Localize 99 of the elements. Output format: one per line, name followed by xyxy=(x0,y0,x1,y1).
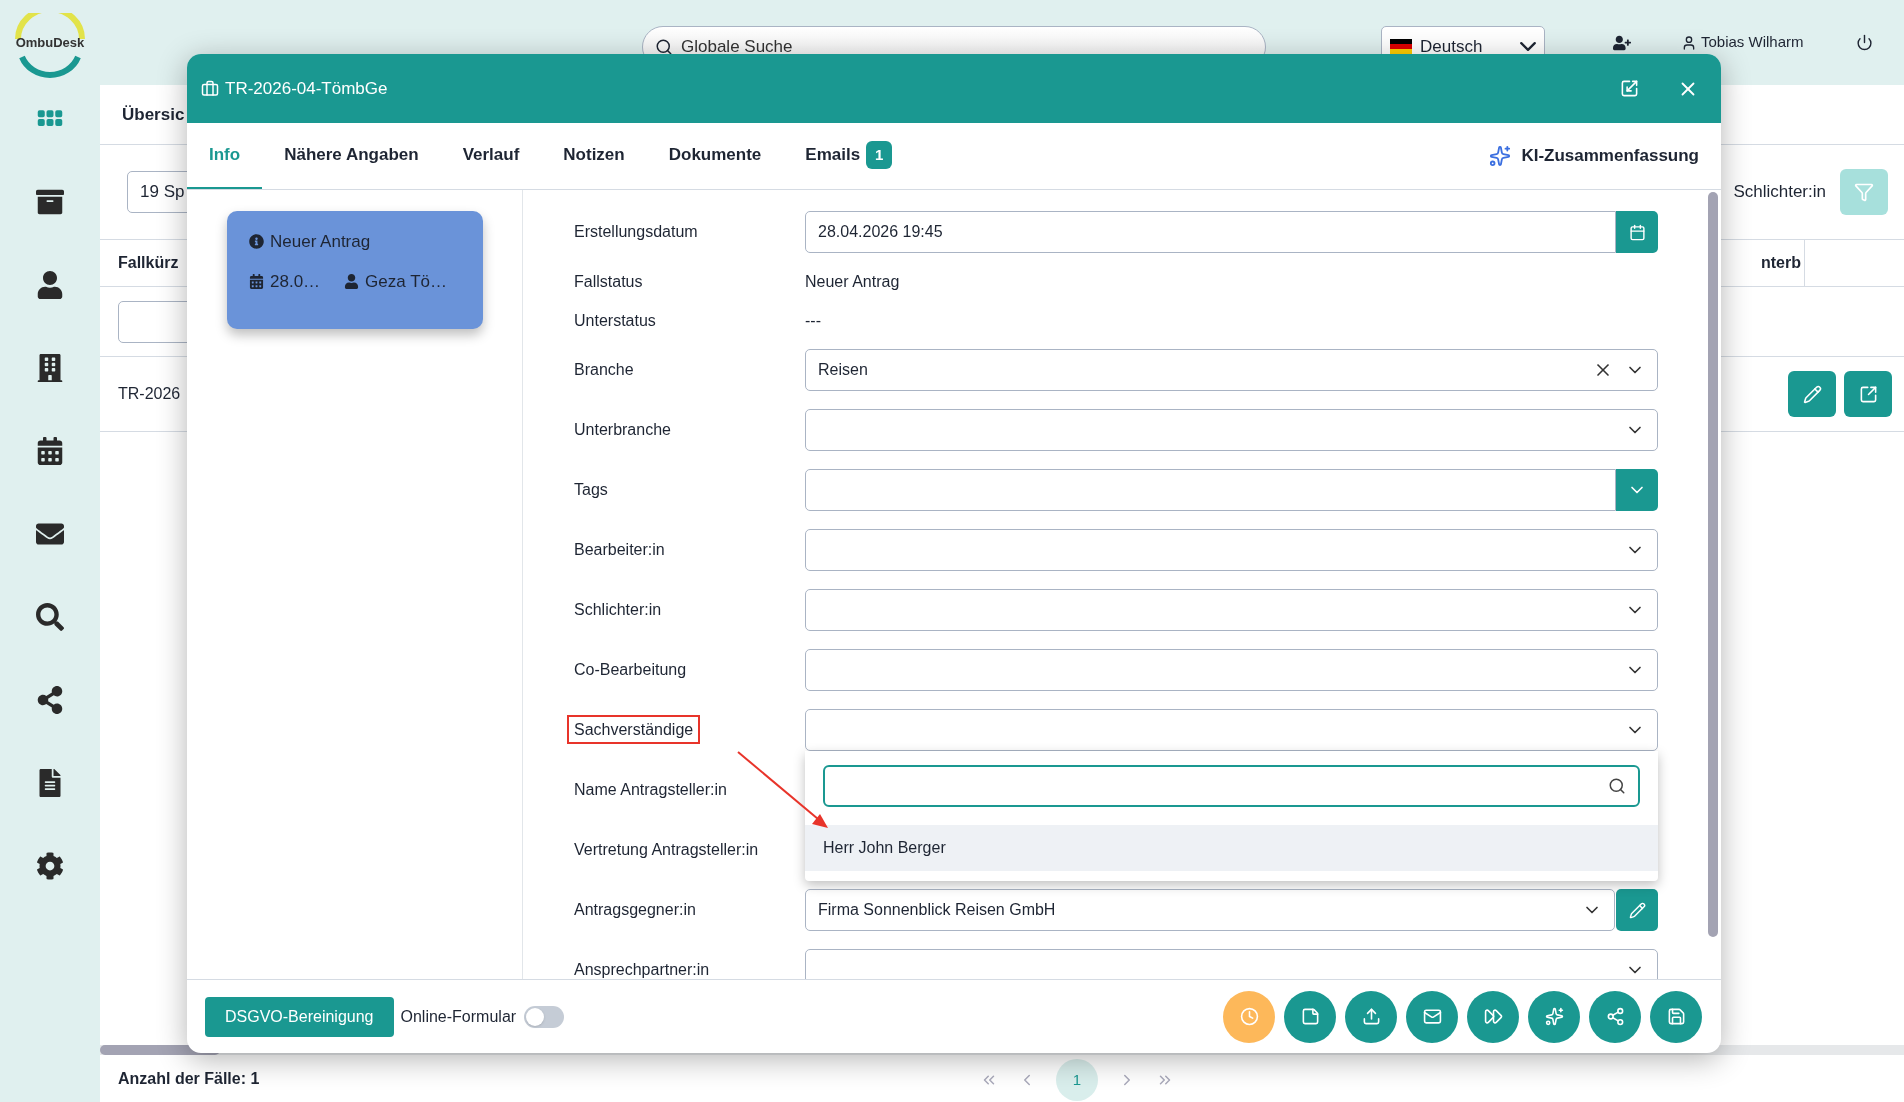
fast-forward-button[interactable] xyxy=(1467,990,1519,1043)
ai-summary-button[interactable]: KI-Zusammenfassung xyxy=(1489,123,1699,189)
table-cell-text: TR-2026 xyxy=(118,384,181,404)
logo-text: OmbuDesk xyxy=(15,33,85,52)
chevron-icon xyxy=(1520,42,1536,51)
person-icon[interactable] xyxy=(36,271,64,299)
field-label: Sachverständige xyxy=(567,715,701,744)
filter-icon xyxy=(1854,182,1874,202)
cleanup-button[interactable]: DSGVO-Bereinigung xyxy=(205,996,394,1037)
archive-icon[interactable] xyxy=(36,188,64,216)
case-date: 28.0… xyxy=(270,270,321,293)
share-icon[interactable] xyxy=(36,686,64,714)
settings-icon[interactable] xyxy=(36,852,64,880)
calendar-button[interactable] xyxy=(1616,211,1658,253)
select-field[interactable] xyxy=(805,709,1658,751)
column-header: nterb xyxy=(1761,253,1802,273)
field-label: Co-Bearbeitung xyxy=(574,661,687,678)
mail-button[interactable] xyxy=(1406,990,1458,1043)
dropdown-search-field[interactable] xyxy=(823,765,1640,807)
field-label: Tags xyxy=(574,481,608,498)
select-field[interactable]: Reisen xyxy=(805,349,1658,391)
note-icon xyxy=(1300,1007,1320,1026)
sparkles-icon xyxy=(1544,1007,1564,1026)
field-label: Unterbranche xyxy=(574,421,671,438)
edit-button[interactable] xyxy=(1788,371,1836,417)
save-icon xyxy=(1666,1007,1686,1026)
tab[interactable]: Notizen xyxy=(541,123,647,189)
field-label: Fallstatus xyxy=(574,272,643,290)
calendar-icon[interactable] xyxy=(36,437,64,465)
person-icon xyxy=(1681,34,1697,51)
case-status: Neuer Antrag xyxy=(270,231,371,253)
date-field[interactable]: 28.04.2026 19:45 xyxy=(805,211,1616,253)
field-label: Erstellungsdatum xyxy=(574,223,698,240)
share-button[interactable] xyxy=(1589,990,1641,1043)
field-label: Vertretung Antragsteller:in xyxy=(574,841,759,858)
search-icon xyxy=(655,37,673,56)
search-icon xyxy=(1608,777,1626,795)
user-menu[interactable]: Tobias Wilharm xyxy=(1681,31,1804,54)
dialog-title: TR-2026-04-TömbGe xyxy=(225,77,388,100)
briefcase-icon xyxy=(201,79,219,98)
toggle-switch[interactable] xyxy=(524,1005,565,1028)
field-label: Bearbeiter:in xyxy=(574,541,665,558)
power-icon[interactable] xyxy=(1855,34,1873,51)
column-header: Fallkürz xyxy=(118,253,179,273)
calendar-icon xyxy=(1628,223,1646,241)
tab[interactable]: Info xyxy=(187,123,263,189)
building-icon[interactable] xyxy=(36,354,64,382)
calendar-icon xyxy=(249,273,264,289)
clock-icon xyxy=(1239,1007,1259,1026)
select-field[interactable] xyxy=(805,409,1658,451)
search-placeholder: Globale Suche xyxy=(681,35,793,58)
vertical-scrollbar[interactable] xyxy=(1708,192,1718,937)
fast-forward-icon xyxy=(1483,1007,1503,1026)
field-label: Name Antragsteller:in xyxy=(574,781,727,798)
case-card[interactable]: Neuer Antrag 28.0… Geza Tö… xyxy=(227,211,483,329)
select-field[interactable] xyxy=(805,589,1658,631)
field-label: Branche xyxy=(574,361,634,378)
field-label: Antragsgegner:in xyxy=(574,901,696,918)
select-field[interactable] xyxy=(805,649,1658,691)
page-title: Übersic xyxy=(122,103,185,126)
tab[interactable]: Nähere Angaben xyxy=(262,123,441,189)
upload-button[interactable] xyxy=(1345,990,1397,1043)
select-field[interactable]: Firma Sonnenblick Reisen GmbH xyxy=(805,889,1615,931)
search-icon[interactable] xyxy=(36,603,64,631)
select-field[interactable] xyxy=(805,949,1658,979)
note-button[interactable] xyxy=(1284,990,1336,1043)
tags-field[interactable] xyxy=(805,469,1616,511)
filter-label: Schlichter:in xyxy=(1733,181,1826,204)
sparkles-icon xyxy=(1489,145,1512,167)
mail-icon xyxy=(1422,1007,1442,1026)
person-icon xyxy=(344,273,360,289)
share-icon xyxy=(1605,1007,1625,1026)
toggle-label: Online-Formular xyxy=(400,1006,517,1027)
open-external-button[interactable] xyxy=(1844,371,1892,417)
external-link-icon xyxy=(1858,384,1878,404)
pencil-icon xyxy=(1802,384,1822,404)
expand-icon[interactable] xyxy=(1620,79,1639,98)
case-person: Geza Tö… xyxy=(365,270,447,293)
tab[interactable]: Dokumente xyxy=(646,123,784,189)
field-label: Unterstatus xyxy=(574,311,656,329)
info-icon xyxy=(249,234,264,250)
add-user-icon[interactable] xyxy=(1613,33,1631,52)
edit-button[interactable] xyxy=(1616,889,1658,931)
logo[interactable]: OmbuDesk xyxy=(0,2,100,83)
dropdown-option[interactable]: Herr John Berger xyxy=(805,825,1658,871)
case-count: Anzahl der Fälle: 1 xyxy=(118,1068,260,1089)
sparkles-button[interactable] xyxy=(1528,990,1580,1043)
german-flag-icon xyxy=(1390,39,1412,54)
field-label: Schlichter:in xyxy=(574,601,662,618)
tab[interactable]: Verlauf xyxy=(440,123,542,189)
count-badge: 1 xyxy=(866,141,893,169)
save-button[interactable] xyxy=(1650,990,1702,1043)
select-field[interactable] xyxy=(805,529,1658,571)
upload-icon xyxy=(1361,1007,1381,1026)
field-value: Neuer Antrag xyxy=(805,272,900,290)
tab[interactable]: Emails 1 xyxy=(783,123,915,189)
field-label: Ansprechpartner:in xyxy=(574,961,710,978)
field-value: --- xyxy=(805,311,821,329)
pencil-icon xyxy=(1628,901,1646,919)
